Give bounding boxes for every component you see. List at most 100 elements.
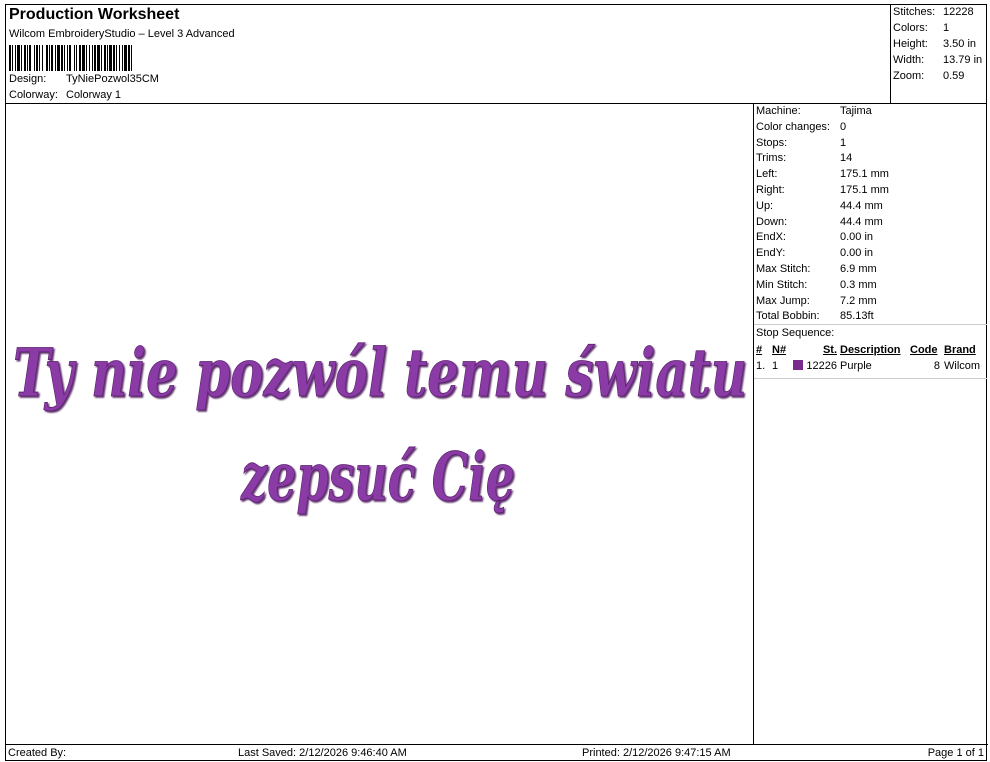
stop-sequence-title: Stop Sequence: xyxy=(754,324,987,342)
machine-info-row: Trims: 14 xyxy=(756,152,852,168)
barcode-bar xyxy=(97,45,100,71)
height-row: Height: 3.50 in xyxy=(893,38,976,54)
page-title: Production Worksheet xyxy=(9,6,180,23)
machine-info-panel: Machine: Tajima Color changes: 0 Stops: 1 Trim… xyxy=(754,104,987,744)
col-n: N# xyxy=(772,344,787,356)
colorway-label: Colorway: xyxy=(9,89,58,101)
barcode-bar xyxy=(101,45,102,71)
stitches-row: Stitches: 12228 xyxy=(893,6,974,22)
machine-info-value: 7.2 mm xyxy=(840,294,877,307)
machine-info-label: Min Stitch: xyxy=(756,278,808,291)
colors-label: Colors: xyxy=(893,22,928,34)
barcode-bar xyxy=(131,45,132,71)
design-text-line-2: zepsuć Cię xyxy=(240,438,515,516)
barcode-bar xyxy=(86,45,87,71)
page-number: Page 1 of 1 xyxy=(927,747,984,759)
machine-info-row: Left: 175.1 mm xyxy=(756,168,889,184)
design-preview: Ty nie pozwól temu światu zepsuć Cię xyxy=(6,104,754,744)
machine-info-row: Max Jump: 7.2 mm xyxy=(756,295,877,311)
design-value: TyNiePozwol35CM xyxy=(66,73,159,85)
barcode-bar xyxy=(128,45,130,71)
barcode-bar xyxy=(12,45,13,71)
barcode-bar xyxy=(64,45,65,71)
barcode-bar xyxy=(34,45,35,71)
machine-info-label: EndY: xyxy=(756,247,786,260)
barcode-bar xyxy=(57,45,60,71)
barcode-bar xyxy=(122,45,123,71)
barcode-bar xyxy=(17,45,20,71)
barcode-bar xyxy=(104,45,106,71)
colorway-line: Colorway: Colorway 1 xyxy=(9,89,121,101)
barcode-bar xyxy=(76,45,77,71)
barcode-bar xyxy=(69,45,71,71)
machine-info-label: Machine: xyxy=(756,105,801,117)
design-text-line-1: Ty nie pozwól temu światu xyxy=(13,334,747,412)
machine-info-row: Max Stitch: 6.9 mm xyxy=(756,263,877,279)
machine-info-label: Total Bobbin: xyxy=(756,310,820,323)
zoom-label: Zoom: xyxy=(893,70,925,82)
colors-value: 1 xyxy=(943,22,950,34)
zoom-row: Zoom: 0.59 xyxy=(893,70,964,86)
height-label: Height: xyxy=(893,38,928,50)
barcode-bar xyxy=(15,45,16,71)
barcode-bar xyxy=(51,45,53,71)
machine-info-row: Stops: 1 xyxy=(756,137,846,153)
machine-info-label: Right: xyxy=(756,184,785,196)
barcode-bar xyxy=(82,45,85,71)
machine-info-row: Machine: Tajima xyxy=(756,105,872,121)
col-stitches: St. xyxy=(822,344,837,356)
machine-info-row: EndX: 0.00 in xyxy=(756,231,873,247)
embroidery-design: Ty nie pozwól temu światu zepsuć Cię xyxy=(13,334,748,517)
width-row: Width: 13.79 in xyxy=(893,54,982,70)
machine-info-value: Tajima xyxy=(840,105,872,117)
software-subtitle: Wilcom EmbroideryStudio – Level 3 Advanc… xyxy=(9,28,235,40)
last-saved: Last Saved: 2/12/2026 9:46:40 AM xyxy=(238,747,407,759)
barcode-bar xyxy=(119,45,120,71)
machine-info-label: Max Jump: xyxy=(756,294,810,307)
machine-info-value: 85.13ft xyxy=(840,310,874,323)
barcode-bar xyxy=(116,45,117,71)
machine-info-value: 0 xyxy=(840,120,847,133)
barcode xyxy=(9,45,132,71)
width-label: Width: xyxy=(893,54,925,66)
stop-sequence-divider xyxy=(754,363,987,379)
stitches-label: Stitches: xyxy=(893,6,936,18)
barcode-bar xyxy=(24,45,26,71)
machine-info-row: Min Stitch: 0.3 mm xyxy=(756,279,877,295)
zoom-value: 0.59 xyxy=(943,70,965,82)
stitches-value: 12228 xyxy=(943,6,974,18)
design-name-line: Design: TyNiePozwol35CM xyxy=(9,73,159,85)
machine-info-value: 175.1 mm xyxy=(840,184,889,196)
barcode-bar xyxy=(94,45,96,71)
colors-row: Colors: 1 xyxy=(893,22,949,38)
machine-info-label: EndX: xyxy=(756,231,786,244)
barcode-bar xyxy=(92,45,93,71)
worksheet-page: Production Worksheet Wilcom EmbroiderySt… xyxy=(5,4,988,761)
barcode-bar xyxy=(46,45,48,71)
machine-info-value: 0.3 mm xyxy=(840,278,877,291)
machine-info-value: 6.9 mm xyxy=(840,263,877,275)
machine-info-value: 1 xyxy=(840,136,847,149)
worksheet-footer: Created By: Last Saved: 2/12/2026 9:46:4… xyxy=(6,744,988,761)
barcode-bar xyxy=(29,45,31,71)
barcode-bar xyxy=(89,45,90,71)
design-stats-panel: Stitches: 12228 Colors: 1 Height: 3.50 in W… xyxy=(890,5,987,104)
col-description: Description xyxy=(840,344,901,356)
machine-info-value: 44.4 mm xyxy=(840,215,883,228)
machine-info-value: 0.00 in xyxy=(840,231,874,244)
col-num: # xyxy=(756,344,763,356)
barcode-bar xyxy=(9,45,11,71)
worksheet-header: Production Worksheet Wilcom EmbroiderySt… xyxy=(6,5,890,104)
design-label: Design: xyxy=(9,73,47,85)
barcode-bar xyxy=(109,45,112,71)
machine-info-label: Trims: xyxy=(756,152,787,165)
barcode-bar xyxy=(124,45,127,71)
colorway-value: Colorway 1 xyxy=(66,89,122,101)
barcode-bar xyxy=(113,45,115,71)
col-brand: Brand xyxy=(944,344,976,356)
machine-info-label: Down: xyxy=(756,215,788,228)
barcode-bar xyxy=(27,45,28,71)
barcode-bar xyxy=(42,45,43,71)
machine-info-label: Max Stitch: xyxy=(756,263,811,275)
barcode-bar xyxy=(21,45,22,71)
